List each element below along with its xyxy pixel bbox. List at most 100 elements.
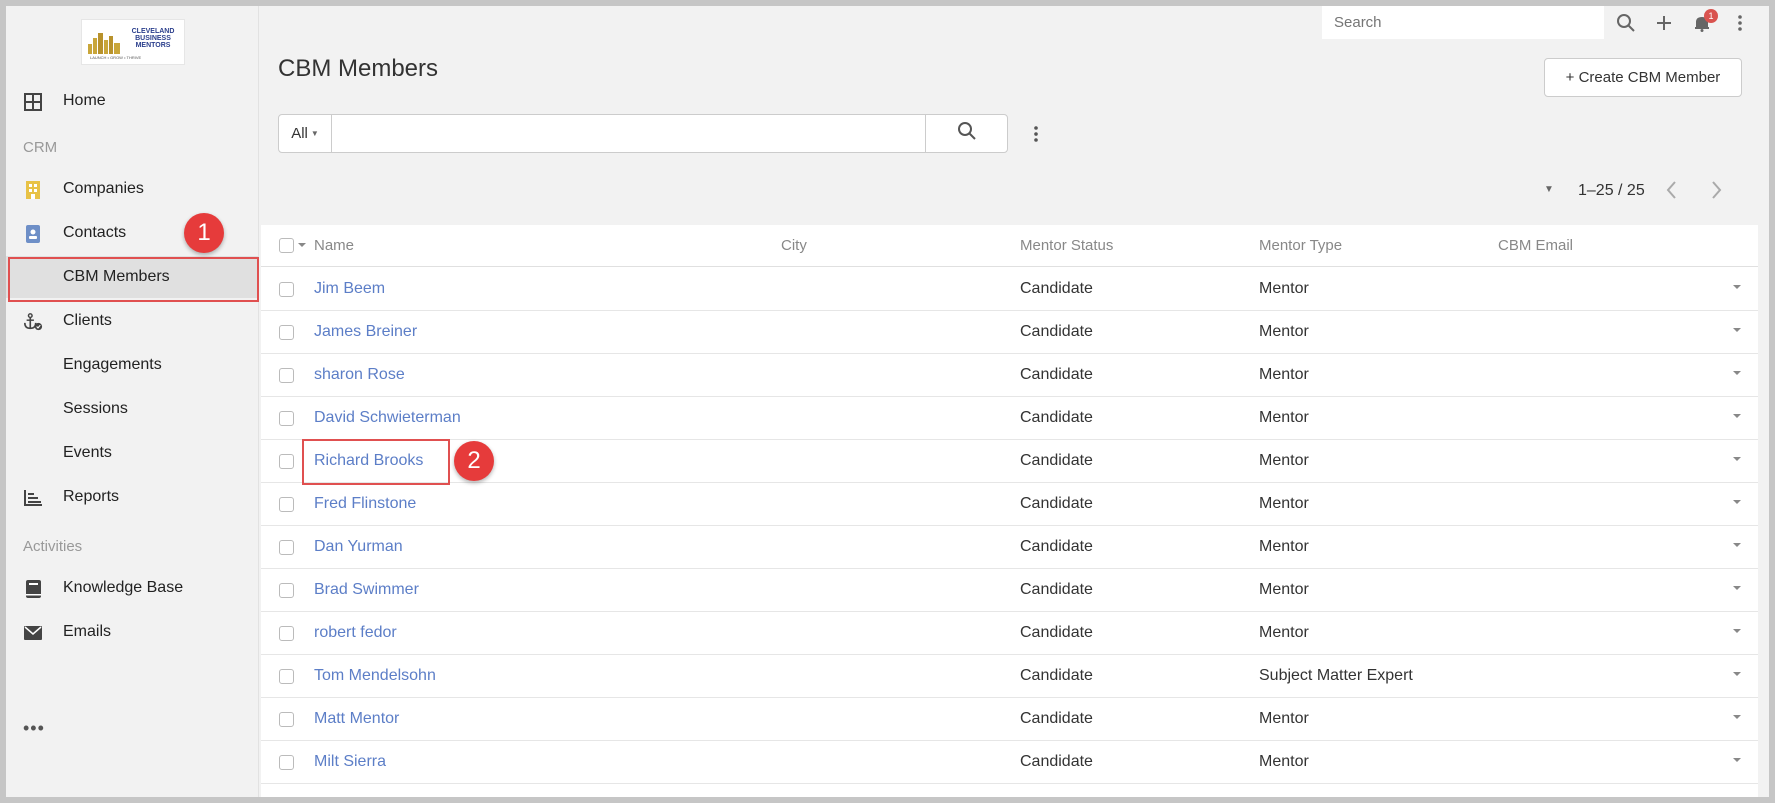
column-header-city[interactable]: City <box>781 237 807 254</box>
column-header-mentor-type[interactable]: Mentor Type <box>1259 237 1342 254</box>
row-checkbox[interactable] <box>279 712 294 727</box>
cbm-logo[interactable]: CLEVELAND BUSINESS MENTORS LAUNCH • GROW… <box>81 19 185 65</box>
nav-group-activities: Activities <box>23 538 83 555</box>
skyline-icon <box>88 33 120 54</box>
sidebar-item-label: Contacts <box>63 224 127 241</box>
mentor-status-cell: Candidate <box>1020 280 1093 297</box>
row-checkbox[interactable] <box>279 411 294 426</box>
sidebar-item-label: Knowledge Base <box>63 579 184 596</box>
filter-search-button[interactable] <box>925 115 1008 152</box>
member-name-link[interactable]: Brad Swimmer <box>314 581 419 599</box>
row-checkbox[interactable] <box>279 368 294 383</box>
row-actions-caret-icon[interactable] <box>1733 500 1741 504</box>
mentor-type-cell: Mentor <box>1259 538 1309 555</box>
mentor-type-cell: Mentor <box>1259 366 1309 383</box>
column-header-name[interactable]: Name <box>314 237 354 254</box>
row-checkbox[interactable] <box>279 583 294 598</box>
row-checkbox[interactable] <box>279 540 294 555</box>
row-actions-caret-icon[interactable] <box>1733 414 1741 418</box>
sidebar-item-label: Events <box>63 444 112 461</box>
row-actions-caret-icon[interactable] <box>1733 672 1741 676</box>
sidebar-item-companies[interactable]: Companies <box>6 168 259 210</box>
row-checkbox[interactable] <box>279 325 294 340</box>
row-actions-caret-icon[interactable] <box>1733 758 1741 762</box>
row-checkbox[interactable] <box>279 282 294 297</box>
table-row: Fred Flinstone Candidate Mentor <box>261 483 1758 526</box>
sidebar-item-events[interactable]: Events <box>6 432 259 474</box>
row-actions-caret-icon[interactable] <box>1733 371 1741 375</box>
plus-icon[interactable] <box>1653 12 1675 34</box>
logo-tagline: LAUNCH • GROW • THRIVE <box>90 55 142 60</box>
filter-scope-dropdown[interactable]: All ▼ <box>279 115 332 152</box>
sidebar-item-label: Emails <box>63 623 112 640</box>
row-actions-caret-icon[interactable] <box>1733 285 1741 289</box>
select-all-checkbox[interactable] <box>279 238 294 253</box>
mentor-status-cell: Candidate <box>1020 495 1093 512</box>
page-size-dropdown-icon[interactable]: ▼ <box>1544 184 1554 195</box>
search-icon[interactable] <box>1615 12 1637 34</box>
members-table: Name City Mentor Status Mentor Type CBM … <box>261 225 1758 803</box>
sidebar-item-sessions[interactable]: Sessions <box>6 388 259 430</box>
row-actions-caret-icon[interactable] <box>1733 328 1741 332</box>
mentor-type-cell: Mentor <box>1259 495 1309 512</box>
create-cbm-member-button[interactable]: + Create CBM Member <box>1544 58 1742 97</box>
member-name-link[interactable]: robert fedor <box>314 624 397 642</box>
list-actions-kebab-icon[interactable] <box>1028 122 1044 146</box>
mentor-type-cell: Mentor <box>1259 409 1309 426</box>
select-menu-caret-icon[interactable] <box>298 243 306 247</box>
sidebar-item-home[interactable]: Home <box>6 80 259 122</box>
highlight-cbm-members <box>8 257 259 302</box>
filter-scope-label: All <box>291 125 308 142</box>
table-row: Milt Sierra Candidate Mentor <box>261 741 1758 784</box>
row-checkbox[interactable] <box>279 669 294 684</box>
more-menu-icon[interactable]: ••• <box>23 718 45 739</box>
column-header-cbm-email[interactable]: CBM Email <box>1498 237 1573 254</box>
sidebar-item-emails[interactable]: Emails <box>6 611 259 653</box>
row-actions-caret-icon[interactable] <box>1733 457 1741 461</box>
member-name-link[interactable]: James Breiner <box>314 323 417 341</box>
row-actions-caret-icon[interactable] <box>1733 586 1741 590</box>
building-icon <box>23 180 43 200</box>
row-checkbox[interactable] <box>279 454 294 469</box>
mentor-type-cell: Mentor <box>1259 710 1309 727</box>
mentor-type-cell: Mentor <box>1259 280 1309 297</box>
member-name-link[interactable]: sharon Rose <box>314 366 405 384</box>
member-name-link[interactable]: David Schwieterman <box>314 409 461 427</box>
member-name-link[interactable]: Fred Flinstone <box>314 495 416 513</box>
chevron-left-icon[interactable] <box>1666 180 1678 205</box>
row-checkbox[interactable] <box>279 497 294 512</box>
row-actions-caret-icon[interactable] <box>1733 629 1741 633</box>
row-checkbox[interactable] <box>279 626 294 641</box>
mentor-type-cell: Mentor <box>1259 323 1309 340</box>
member-name-link[interactable]: Jim Beem <box>314 280 385 298</box>
page-title: CBM Members <box>278 55 439 82</box>
table-row: Brad Swimmer Candidate Mentor <box>261 569 1758 612</box>
chevron-down-icon: ▼ <box>310 129 319 138</box>
member-name-link[interactable]: Matt Mentor <box>314 710 399 728</box>
member-name-link[interactable]: Dan Yurman <box>314 538 403 556</box>
sidebar-item-knowledge-base[interactable]: Knowledge Base <box>6 567 259 609</box>
row-actions-caret-icon[interactable] <box>1733 543 1741 547</box>
row-actions-caret-icon[interactable] <box>1733 715 1741 719</box>
mentor-status-cell: Candidate <box>1020 581 1093 598</box>
sidebar-item-reports[interactable]: Reports <box>6 476 259 518</box>
filter-bar: All ▼ <box>278 114 1008 153</box>
bar-chart-icon <box>23 488 43 508</box>
member-name-link[interactable]: Tom Mendelsohn <box>314 667 436 685</box>
row-checkbox[interactable] <box>279 755 294 770</box>
notification-count-badge: 1 <box>1704 9 1718 23</box>
chevron-right-icon[interactable] <box>1710 180 1722 205</box>
global-search-input[interactable] <box>1322 6 1604 39</box>
column-header-mentor-status[interactable]: Mentor Status <box>1020 237 1113 254</box>
pagination: ▼ 1–25 / 25 <box>1540 180 1740 204</box>
kebab-menu-icon[interactable] <box>1729 12 1751 34</box>
sidebar-item-clients[interactable]: Clients <box>6 300 259 342</box>
table-row: David Schwieterman Candidate Mentor <box>261 397 1758 440</box>
book-icon <box>23 579 43 599</box>
table-row: Matt Mentor Candidate Mentor <box>261 698 1758 741</box>
sidebar-item-engagements[interactable]: Engagements <box>6 344 259 386</box>
mentor-status-cell: Candidate <box>1020 710 1093 727</box>
sidebar-item-label: Companies <box>63 180 144 197</box>
filter-text-input[interactable] <box>333 115 926 152</box>
member-name-link[interactable]: Milt Sierra <box>314 753 386 771</box>
